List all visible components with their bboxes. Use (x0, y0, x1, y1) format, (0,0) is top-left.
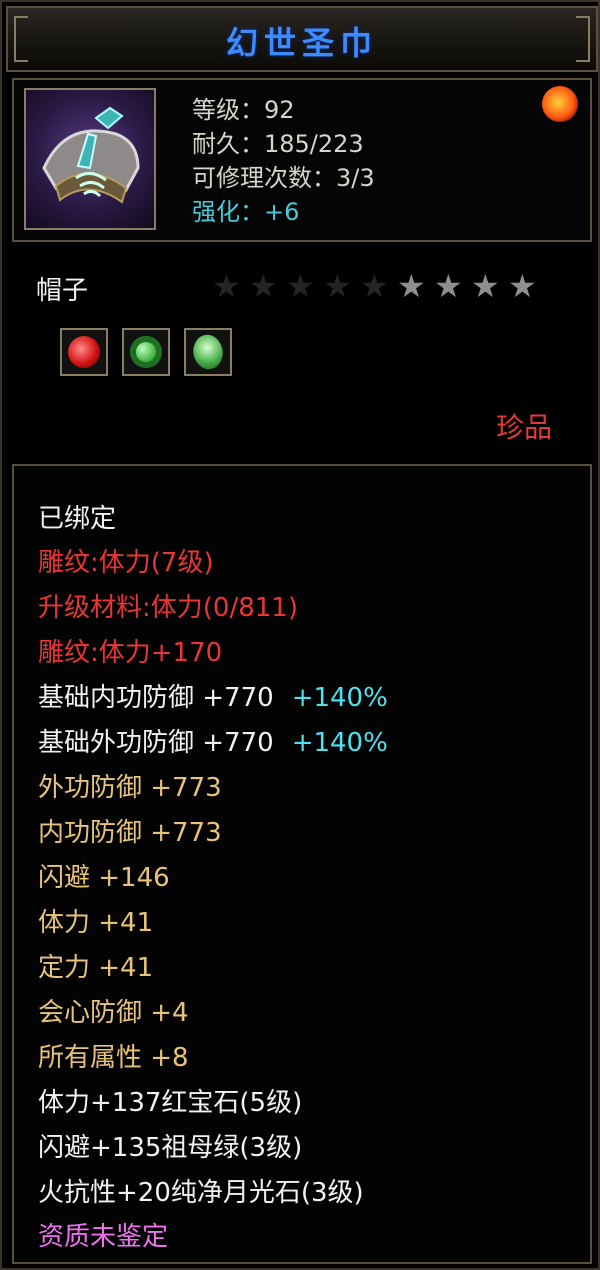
rarity-label: 珍品 (495, 411, 552, 444)
emerald-ring-gem-icon[interactable] (122, 328, 170, 376)
gem-emerald-line: 闪避+135祖母绿(3级) (38, 1133, 303, 1163)
fire-orb-icon (542, 86, 578, 122)
base-inner-defense-value: 基础内功防御 +770 (38, 683, 274, 713)
item-type-label: 帽子 (36, 276, 89, 306)
base-inner-defense: 基础内功防御 +770 +140% (38, 677, 388, 714)
upgrade-material-line: 升级材料:体力(0/811) (38, 593, 298, 623)
attribute-list: 已绑定 雕纹:体力(7级) 升级材料:体力(0/811) 雕纹:体力+170 基… (12, 464, 592, 1264)
star-icon: ★ (249, 267, 278, 305)
star-icon: ★ (397, 267, 426, 305)
base-outer-defense: 基础外功防御 +770 +140% (38, 722, 388, 759)
aptitude-status: 资质未鉴定 (38, 1222, 169, 1252)
item-tooltip-panel: 幻世圣巾 等级：92 耐久：185/223 可修理次数：3/3 强化：+6 帽子… (0, 0, 600, 1270)
outer-defense: 外功防御 +773 (38, 773, 222, 803)
title-ornament-right (576, 16, 590, 62)
enhance-stat: 强化：+6 (192, 198, 300, 226)
star-icon: ★ (434, 267, 463, 305)
crit-defense-stat: 会心防御 +4 (38, 998, 189, 1028)
item-title: 幻世圣巾 (225, 24, 378, 62)
bound-status: 已绑定 (38, 504, 117, 534)
star-icon: ★ (212, 267, 241, 305)
stamina-stat: 体力 +41 (38, 908, 154, 938)
all-attributes-stat: 所有属性 +8 (38, 1043, 189, 1073)
dodge-stat: 闪避 +146 (38, 863, 170, 893)
repair-count-stat: 可修理次数：3/3 (192, 164, 375, 192)
item-header: 等级：92 耐久：185/223 可修理次数：3/3 强化：+6 (12, 78, 592, 242)
star-icon: ★ (471, 267, 500, 305)
helmet-icon[interactable] (24, 88, 156, 230)
star-icon: ★ (323, 267, 352, 305)
gem-moonstone-line: 火抗性+20纯净月光石(3级) (38, 1178, 364, 1208)
durability-stat: 耐久：185/223 (192, 130, 364, 158)
star-icon: ★ (360, 267, 389, 305)
star-icon: ★ (286, 267, 315, 305)
emerald-gem-icon[interactable] (184, 328, 232, 376)
engrave-line: 雕纹:体力(7级) (38, 548, 214, 578)
engrave-bonus-line: 雕纹:体力+170 (38, 638, 223, 668)
base-outer-defense-pct: +140% (291, 728, 388, 758)
star-icon: ★ (508, 267, 537, 305)
gem-ruby-line: 体力+137红宝石(5级) (38, 1088, 303, 1118)
level-stat: 等级：92 (192, 96, 295, 124)
ruby-gem-icon[interactable] (60, 328, 108, 376)
focus-stat: 定力 +41 (38, 953, 154, 983)
title-bar: 幻世圣巾 (6, 6, 598, 72)
inner-defense: 内功防御 +773 (38, 818, 222, 848)
base-outer-defense-value: 基础外功防御 +770 (38, 728, 274, 758)
base-inner-defense-pct: +140% (291, 683, 388, 713)
